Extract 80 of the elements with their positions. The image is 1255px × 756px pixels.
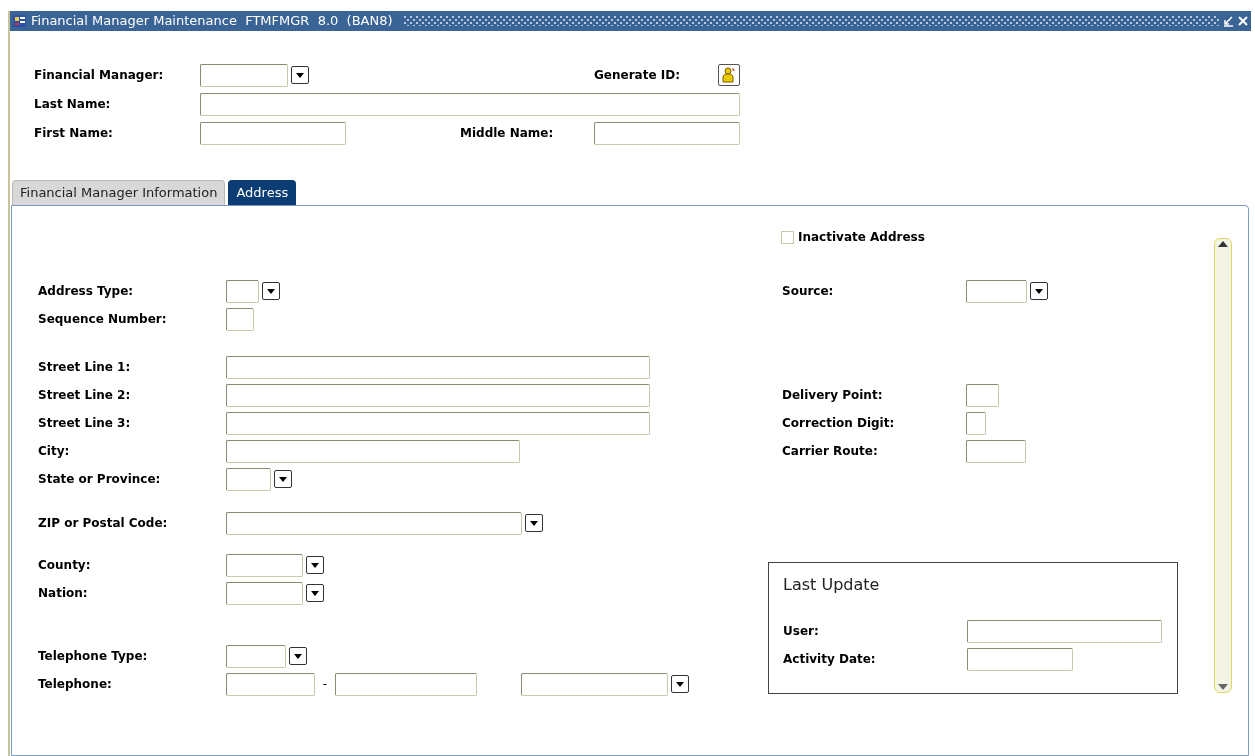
field-label: Delivery Point: — [782, 387, 884, 404]
input-field[interactable] — [226, 581, 303, 605]
field-label: State or Province: — [38, 471, 162, 488]
input-field[interactable] — [521, 672, 668, 696]
caret-icon — [676, 681, 684, 687]
dropdown-button[interactable] — [291, 66, 309, 84]
field-label: ZIP or Postal Code: — [38, 515, 169, 532]
minimize-icon[interactable] — [1222, 15, 1234, 27]
input-field[interactable] — [200, 63, 288, 87]
checkbox[interactable] — [781, 230, 794, 244]
field-label: Carrier Route: — [782, 443, 879, 460]
field-label: Generate ID: — [594, 67, 681, 84]
person-icon — [722, 67, 736, 83]
dropdown-button[interactable] — [1030, 282, 1048, 300]
generate-id-button[interactable] — [718, 64, 740, 86]
input-field[interactable] — [967, 619, 1162, 643]
close-icon[interactable] — [1237, 15, 1249, 27]
field-label: First Name: — [34, 125, 114, 142]
scroll-up-icon[interactable] — [1218, 241, 1228, 247]
input-field[interactable] — [226, 279, 259, 303]
dropdown-button[interactable] — [525, 514, 543, 532]
input-field[interactable] — [226, 439, 520, 463]
input-field[interactable] — [226, 511, 522, 535]
field-label: Street Line 2: — [38, 387, 132, 404]
field-label: Nation: — [38, 585, 89, 602]
dropdown-button[interactable] — [306, 556, 324, 574]
box-title: Last Update — [783, 574, 881, 596]
field-label: Street Line 3: — [38, 415, 132, 432]
field-label: Address Type: — [38, 283, 135, 300]
caret-icon — [1035, 288, 1043, 294]
field-label: User: — [783, 623, 820, 640]
field-label: Last Name: — [34, 96, 112, 113]
window-title: Financial Manager Maintenance FTMFMGR 8.0 (BAN8) — [31, 12, 393, 31]
input-field[interactable] — [335, 672, 477, 696]
input-field[interactable] — [966, 279, 1027, 303]
caret-icon — [296, 72, 304, 78]
app-icon — [12, 13, 28, 29]
input-field[interactable] — [226, 672, 315, 696]
caret-icon — [294, 653, 302, 659]
input-field[interactable] — [226, 467, 271, 491]
input-field[interactable] — [226, 355, 650, 379]
field-label: Telephone: — [38, 676, 113, 693]
dropdown-button[interactable] — [289, 647, 307, 665]
inactivate-checkbox[interactable]: Inactivate Address — [781, 226, 925, 248]
input-field[interactable] — [594, 121, 740, 145]
input-field[interactable] — [226, 383, 650, 407]
caret-icon — [311, 590, 319, 596]
caret-icon — [530, 520, 538, 526]
field-label: Financial Manager: — [34, 67, 165, 84]
caret-icon — [267, 288, 275, 294]
dropdown-button[interactable] — [274, 470, 292, 488]
caret-icon — [279, 476, 287, 482]
field-label: City: — [38, 443, 71, 460]
dropdown-button[interactable] — [671, 675, 689, 693]
field-label: Street Line 1: — [38, 359, 132, 376]
input-field[interactable] — [226, 644, 286, 668]
field-label: Middle Name: — [460, 125, 555, 142]
caret-icon — [311, 562, 319, 568]
tab[interactable]: Address — [228, 180, 297, 205]
input-field[interactable] — [226, 307, 254, 331]
dropdown-button[interactable] — [262, 282, 280, 300]
scrollbar[interactable] — [1214, 238, 1232, 693]
input-field[interactable] — [200, 121, 346, 145]
dropdown-button[interactable] — [306, 584, 324, 602]
input-field[interactable] — [966, 439, 1026, 463]
scroll-down-icon[interactable] — [1218, 684, 1228, 690]
input-field[interactable] — [226, 553, 303, 577]
input-field[interactable] — [966, 411, 986, 435]
input-field[interactable] — [966, 383, 999, 407]
field-label: County: — [38, 557, 92, 574]
field-label: Activity Date: — [783, 651, 877, 668]
field-label: Telephone Type: — [38, 648, 149, 665]
field-label: Source: — [782, 283, 835, 300]
separator-text: - — [321, 676, 329, 693]
input-field[interactable] — [200, 92, 740, 116]
input-field[interactable] — [226, 411, 650, 435]
tab[interactable]: Financial Manager Information — [12, 180, 226, 205]
field-label: Correction Digit: — [782, 415, 896, 432]
input-field[interactable] — [967, 647, 1073, 671]
field-label: Sequence Number: — [38, 311, 168, 328]
